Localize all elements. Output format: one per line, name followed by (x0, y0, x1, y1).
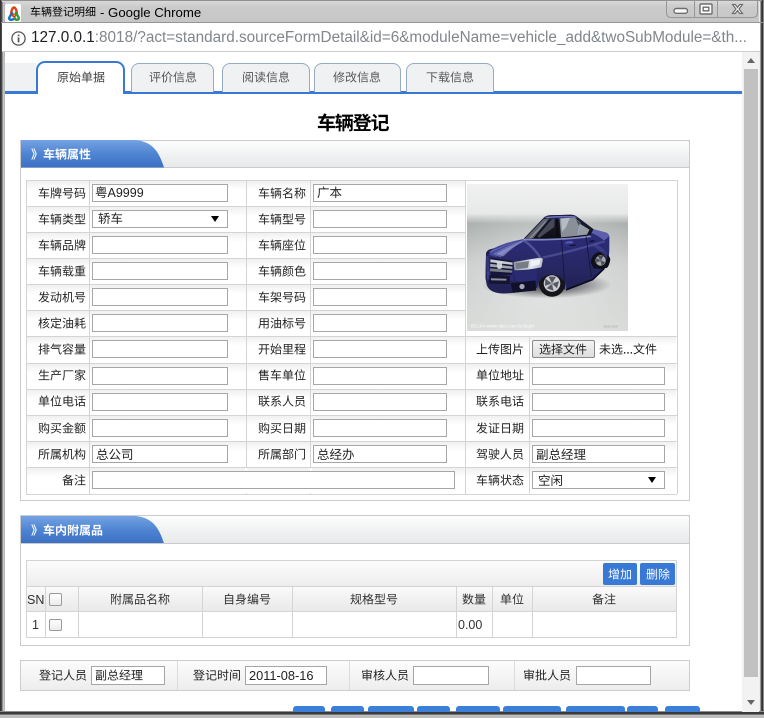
svg-text:nipic.com: nipic.com (603, 325, 618, 329)
svg-text:BC104 www.nipic.com by.fsgM: BC104 www.nipic.com by.fsgM (471, 324, 534, 329)
